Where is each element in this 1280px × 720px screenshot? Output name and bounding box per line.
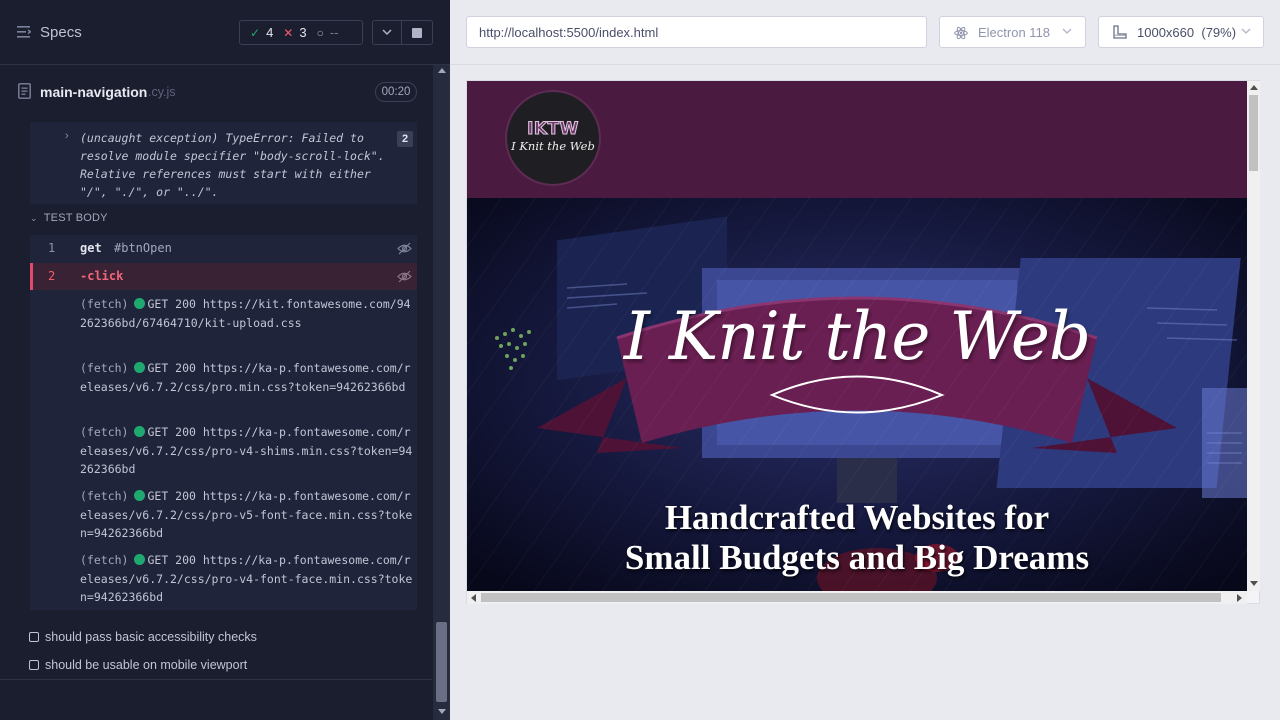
fetch-log-entry[interactable]: (fetch) GET 200 https://ka-p.fontawesome.… [80, 487, 415, 543]
status-dot-icon [134, 426, 146, 437]
pending-count: ○ -- [316, 25, 339, 40]
status-dot-icon [134, 554, 146, 565]
scroll-down-icon[interactable] [1250, 581, 1258, 586]
test-status-icon [29, 660, 39, 670]
stop-icon [412, 27, 422, 38]
electron-icon [954, 26, 968, 40]
command-argument: #btnOpen [114, 241, 172, 255]
command-name: -click [80, 269, 124, 283]
chevron-down-icon [382, 29, 392, 36]
menu-icon[interactable] [17, 26, 31, 38]
command-row[interactable]: 1 get #btnOpen [30, 235, 417, 262]
passed-count: ✓ 4 [250, 25, 274, 40]
test-body-toggle[interactable]: ⌄ TEST BODY [30, 212, 108, 224]
aut-iframe: IKTW I Knit the Web I Knit the Web Handc… [466, 80, 1260, 604]
test-stats: ✓ 4 ✕ 3 ○ -- [239, 20, 363, 45]
check-icon: ✓ [250, 25, 261, 40]
file-icon [18, 83, 31, 99]
command-log-panel: Specs ✓ 4 ✕ 3 ○ -- main-navigation .cy.js 0… [0, 0, 450, 720]
site-header: IKTW I Knit the Web [467, 81, 1247, 198]
fetch-log-entry[interactable]: (fetch) GET 200 https://ka-p.fontawesome.… [80, 423, 415, 479]
spec-name[interactable]: main-navigation [40, 84, 147, 100]
scrollbar-thumb[interactable] [481, 593, 1221, 602]
test-item[interactable]: should be usable on mobile viewport [29, 658, 247, 672]
hero-section: I Knit the Web Handcrafted Websites for … [467, 198, 1247, 591]
viewport-selector[interactable]: 1000x660 (79%) [1098, 16, 1264, 48]
chevron-down-icon [1062, 28, 1072, 34]
runner-toolbar: Specs ✓ 4 ✕ 3 ○ -- [0, 0, 450, 65]
hero-title: I Knit the Web [623, 298, 1091, 375]
ruler-icon [1113, 25, 1127, 39]
status-dot-icon [134, 298, 146, 309]
command-number: 1 [48, 241, 56, 255]
scroll-right-icon[interactable] [1237, 594, 1242, 602]
uncaught-exception-message: (uncaught exception) TypeError: Failed t… [80, 131, 385, 199]
spec-header: main-navigation .cy.js 00:20 [0, 70, 432, 114]
eye-slash-icon[interactable] [397, 270, 412, 283]
expand-all-button[interactable] [372, 20, 402, 45]
command-list: 1 get #btnOpen 2 -click (fetch) GET 200 h… [30, 235, 417, 610]
logo-monogram: IKTW [527, 119, 579, 140]
hero-tagline: Handcrafted Websites for Small Budgets a… [624, 498, 1090, 577]
command-number: 2 [48, 269, 56, 283]
test-status-icon [29, 632, 39, 642]
spinner-icon: ○ [316, 25, 324, 40]
fetch-log-entry[interactable]: (fetch) GET 200 https://ka-p.fontawesome.… [80, 551, 415, 607]
x-icon: ✕ [283, 25, 294, 40]
spec-duration: 00:20 [375, 82, 417, 102]
eye-slash-icon[interactable] [397, 242, 412, 255]
command-name: get [80, 241, 102, 255]
url-bar[interactable]: http://localhost:5500/index.html [466, 16, 927, 48]
exception-count-badge: 2 [397, 131, 413, 147]
scroll-up-icon[interactable] [1250, 85, 1258, 90]
website-viewport: IKTW I Knit the Web I Knit the Web Handc… [467, 81, 1247, 591]
browser-selector[interactable]: Electron 118 [939, 16, 1086, 48]
spec-extension: .cy.js [148, 85, 176, 99]
fetch-log-entry[interactable]: (fetch) GET 200 https://kit.fontawesome.c… [80, 295, 415, 332]
failed-count: ✕ 3 [283, 25, 307, 40]
chevron-down-icon: ⌄ [30, 213, 38, 223]
scroll-down-icon[interactable] [438, 709, 446, 714]
divider [0, 679, 432, 680]
viewport-size: 1000x660 (79%) [1137, 25, 1237, 40]
scrollbar-thumb[interactable] [1249, 95, 1258, 171]
fetch-log-entry[interactable]: (fetch) GET 200 https://ka-p.fontawesome.… [80, 359, 415, 396]
scroll-left-icon[interactable] [471, 594, 476, 602]
logo-wordmark: I Knit the Web [511, 139, 595, 153]
status-dot-icon [134, 490, 146, 501]
browser-name: Electron 118 [978, 25, 1051, 40]
divider [450, 64, 1280, 65]
aut-panel: http://localhost:5500/index.html Electro… [450, 0, 1280, 720]
command-row-failed[interactable]: 2 -click [30, 263, 417, 290]
chevron-down-icon [1241, 28, 1251, 34]
site-logo[interactable]: IKTW I Knit the Web [505, 90, 601, 186]
test-item[interactable]: should pass basic accessibility checks [29, 630, 257, 644]
uncaught-exception-entry[interactable]: › (uncaught exception) TypeError: Failed… [30, 122, 417, 204]
stop-button[interactable] [402, 20, 433, 45]
scroll-up-icon[interactable] [438, 68, 446, 73]
chevron-right-icon: › [65, 130, 69, 142]
specs-label[interactable]: Specs [40, 24, 82, 41]
status-dot-icon [134, 362, 146, 373]
scrollbar-thumb[interactable] [436, 622, 447, 702]
